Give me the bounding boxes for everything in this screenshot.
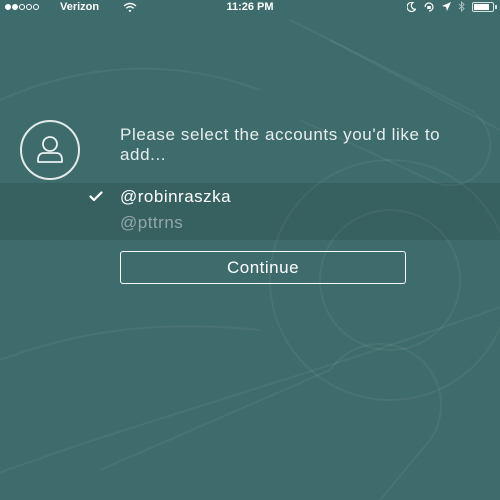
rotation-lock-icon: [424, 1, 434, 12]
account-handle: @pttrns: [120, 213, 184, 232]
location-arrow-icon: [442, 2, 451, 11]
battery-icon: [472, 1, 497, 12]
background-pattern: [0, 19, 500, 500]
avatar: [20, 120, 80, 180]
account-handle: @robinraszka: [120, 187, 232, 206]
status-icons: [407, 1, 497, 12]
moon-icon: [407, 1, 416, 12]
person-icon: [37, 136, 63, 163]
page-title: Please select the accounts you'd like to…: [120, 125, 441, 164]
account-item-robinraszka[interactable]: @robinraszka: [0, 186, 500, 212]
account-item-pttrns[interactable]: @pttrns: [0, 212, 500, 238]
continue-button[interactable]: Continue: [120, 251, 406, 284]
status-bar: Verizon 11:26 PM: [0, 0, 500, 16]
checkmark-icon: [89, 191, 103, 202]
bluetooth-icon: [458, 1, 465, 12]
battery-level: [474, 3, 489, 10]
